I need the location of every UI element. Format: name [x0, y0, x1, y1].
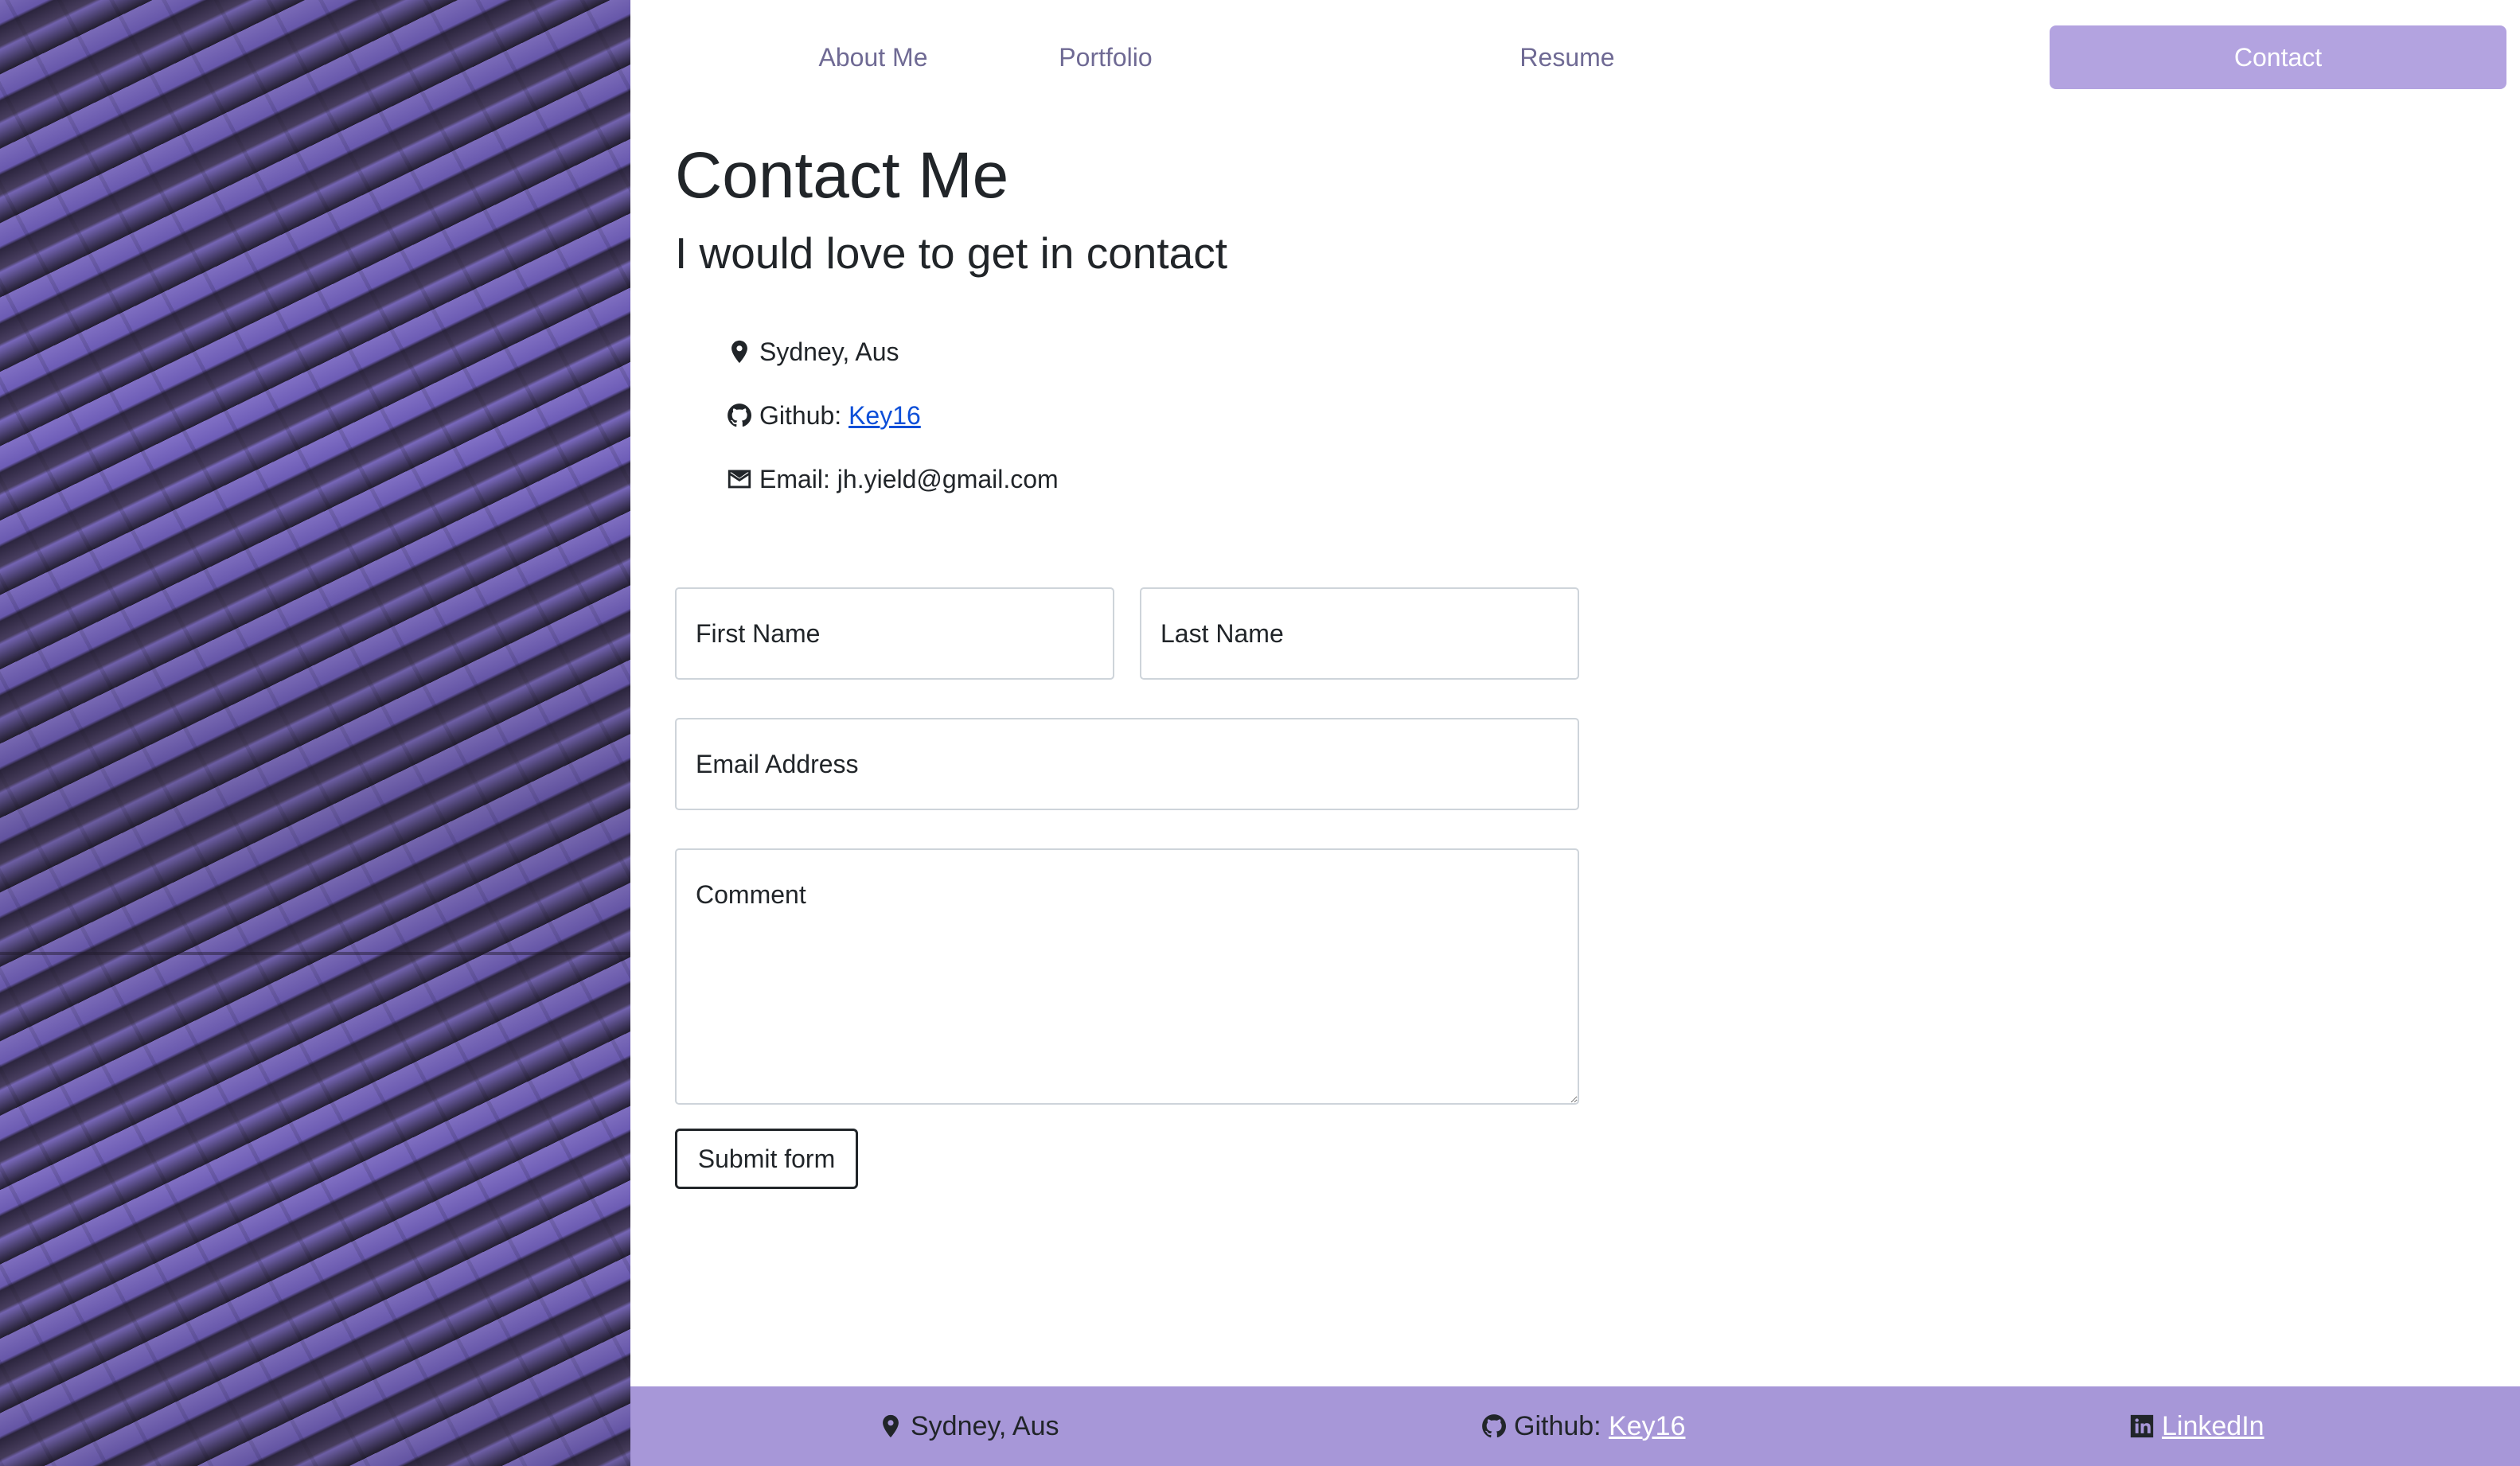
comment-textarea[interactable] — [675, 848, 1579, 1105]
footer-github-label: Github: — [1514, 1410, 1609, 1441]
contact-email: Email: jh.yield@gmail.com — [726, 462, 1059, 497]
contact-github-link[interactable]: Key16 — [848, 401, 921, 431]
contact-github: Github: Key16 — [726, 398, 1059, 433]
last-name-input[interactable] — [1140, 587, 1579, 680]
contact-github-label: Github: — [759, 400, 849, 430]
linkedin-icon — [2130, 1414, 2154, 1438]
background-image-panel — [0, 0, 630, 1466]
nav-portfolio[interactable]: Portfolio — [877, 25, 1334, 89]
map-pin-icon — [731, 340, 747, 364]
image-seam — [0, 952, 630, 955]
footer-github: Github: Key16 — [1480, 1386, 1685, 1466]
github-icon — [728, 404, 752, 427]
footer-linkedin-link[interactable]: LinkedIn — [2162, 1411, 2264, 1442]
map-pin-icon — [883, 1414, 899, 1438]
github-icon — [1482, 1414, 1507, 1438]
contact-location-text: Sydney, Aus — [759, 337, 899, 366]
contact-info-list: Sydney, Aus Github: Key16 Email: jh.yiel… — [726, 334, 1059, 525]
first-name-input[interactable] — [675, 587, 1114, 680]
main-content: About Me Portfolio Resume Contact Contac… — [630, 0, 2520, 1466]
envelope-icon — [728, 470, 751, 489]
page-subtitle: I would love to get in contact — [675, 228, 1228, 278]
submit-form-button[interactable]: Submit form — [675, 1129, 858, 1189]
nav-contact[interactable]: Contact — [2050, 25, 2506, 89]
footer-location: Sydney, Aus — [877, 1386, 1059, 1466]
top-nav: About Me Portfolio Resume Contact — [630, 25, 2520, 89]
page-title: Contact Me — [675, 139, 1009, 212]
nav-resume[interactable]: Resume — [1339, 25, 1796, 89]
footer-location-text: Sydney, Aus — [911, 1410, 1059, 1441]
contact-email-label: Email: — [759, 464, 837, 493]
footer: Sydney, Aus Github: Key16 LinkedIn — [630, 1386, 2520, 1466]
footer-linkedin: LinkedIn — [2128, 1386, 2264, 1466]
contact-email-value: jh.yield@gmail.com — [837, 464, 1059, 493]
footer-github-link[interactable]: Key16 — [1609, 1411, 1685, 1442]
email-input[interactable] — [675, 718, 1579, 810]
contact-location: Sydney, Aus — [726, 334, 1059, 369]
